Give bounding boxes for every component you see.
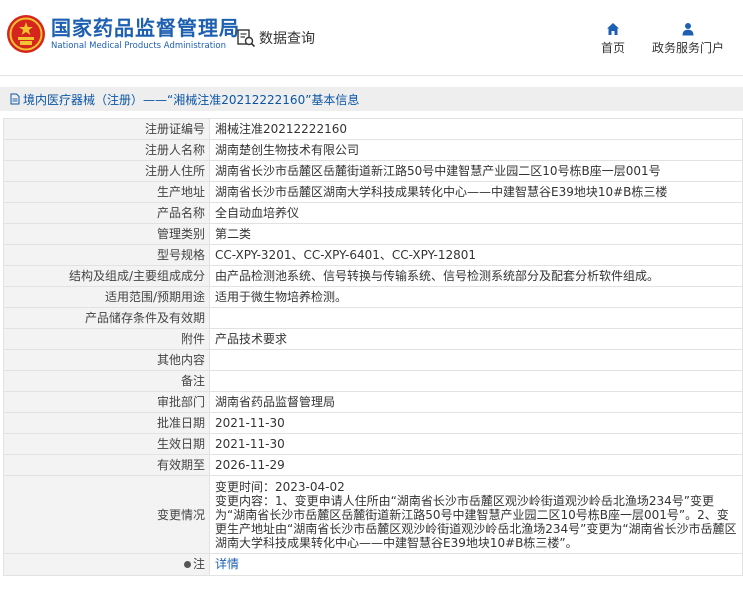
data-query-icon (237, 29, 256, 48)
table-row: 结构及组成/主要组成成分 由产品检测池系统、信号转换与传输系统、信号检测系统部分… (3, 265, 743, 287)
field-value: 湖南省长沙市岳麓区岳麓街道新江路50号中建智慧产业园二区10号栋B座一层001号 (209, 160, 743, 182)
field-label: 注册人住所 (3, 160, 210, 182)
field-label: 管理类别 (3, 223, 210, 245)
field-label: 批准日期 (3, 412, 210, 434)
note-row: 注 详情 (3, 553, 743, 576)
note-label: 注 (192, 557, 205, 571)
field-value: 湘械注准20212222160 (209, 118, 743, 140)
field-label: 结构及组成/主要组成成分 (3, 265, 210, 287)
registration-info-table: 注册证编号 湘械注准20212222160 注册人名称 湖南楚创生物技术有限公司… (3, 118, 743, 576)
table-row: 备注 (3, 370, 743, 392)
national-emblem-icon (7, 15, 45, 53)
data-query-link[interactable]: 数据查询 (236, 28, 315, 48)
table-row: 有效期至 2026-11-29 (3, 454, 743, 476)
field-label: 备注 (3, 370, 210, 392)
field-label: 型号规格 (3, 244, 210, 266)
breadcrumb-text: 境内医疗器械（注册）——“湘械注准20212222160”基本信息 (23, 92, 360, 107)
breadcrumb: 境内医疗器械（注册）——“湘械注准20212222160”基本信息 (0, 87, 743, 111)
document-icon (10, 93, 20, 105)
change-label: 变更情况 (3, 475, 210, 554)
table-row: 型号规格 CC-XPY-3201、CC-XPY-6401、CC-XPY-1280… (3, 244, 743, 266)
field-value: 全自动血培养仪 (209, 202, 743, 224)
table-row: 适用范围/预期用途 适用于微生物培养检测。 (3, 286, 743, 308)
field-value: 适用于微生物培养检测。 (209, 286, 743, 308)
field-label: 产品名称 (3, 202, 210, 224)
change-content: 变更时间：2023-04-02 变更内容：1、变更申请人住所由“湖南省长沙市岳麓… (209, 475, 743, 554)
change-time: 变更时间：2023-04-02 (215, 480, 345, 494)
table-row: 注册人名称 湖南楚创生物技术有限公司 (3, 139, 743, 161)
field-label: 生产地址 (3, 181, 210, 203)
data-query-label: 数据查询 (259, 31, 315, 47)
field-value: 产品技术要求 (209, 328, 743, 350)
table-row: 附件 产品技术要求 (3, 328, 743, 350)
site-header: 国家药品监督管理局 National Medical Products Admi… (0, 0, 743, 76)
nav-gov-portal[interactable]: 政务服务门户 (650, 22, 726, 56)
field-value: 2021-11-30 (209, 433, 743, 455)
field-label: 适用范围/预期用途 (3, 286, 210, 308)
field-value: 2021-11-30 (209, 412, 743, 434)
bullet-icon (183, 560, 191, 568)
table-row: 注册人住所 湖南省长沙市岳麓区岳麓街道新江路50号中建智慧产业园二区10号栋B座… (3, 160, 743, 182)
logo-subtitle: National Medical Products Administration (51, 41, 226, 51)
table-row: 注册证编号 湘械注准20212222160 (3, 118, 743, 140)
field-label: 其他内容 (3, 349, 210, 371)
field-value: CC-XPY-3201、CC-XPY-6401、CC-XPY-12801 (209, 244, 743, 266)
table-row: 审批部门 湖南省药品监督管理局 (3, 391, 743, 413)
change-detail: 变更内容：1、变更申请人住所由“湖南省长沙市岳麓区观沙岭街道观沙岭岳北渔场234… (215, 494, 737, 550)
field-value: 2026-11-29 (209, 454, 743, 476)
table-row: 管理类别 第二类 (3, 223, 743, 245)
change-row: 变更情况 变更时间：2023-04-02 变更内容：1、变更申请人住所由“湖南省… (3, 475, 743, 554)
field-label: 有效期至 (3, 454, 210, 476)
field-label: 审批部门 (3, 391, 210, 413)
table-row: 批准日期 2021-11-30 (3, 412, 743, 434)
user-icon (682, 23, 694, 36)
table-row: 其他内容 (3, 349, 743, 371)
field-value: 湖南省长沙市岳麓区湖南大学科技成果转化中心——中建智慧谷E39地块10#B栋三楼 (209, 181, 743, 203)
note-label-cell: 注 (3, 553, 210, 576)
logo-title: 国家药品监督管理局 (51, 16, 240, 40)
field-value: 湖南省药品监督管理局 (209, 391, 743, 413)
field-label: 注册人名称 (3, 139, 210, 161)
field-value (209, 370, 743, 392)
field-label: 生效日期 (3, 433, 210, 455)
nav-home[interactable]: 首页 (598, 22, 628, 56)
home-icon (607, 23, 619, 35)
table-row: 产品名称 全自动血培养仪 (3, 202, 743, 224)
field-label: 附件 (3, 328, 210, 350)
table-row: 生效日期 2021-11-30 (3, 433, 743, 455)
table-row: 生产地址 湖南省长沙市岳麓区湖南大学科技成果转化中心——中建智慧谷E39地块10… (3, 181, 743, 203)
field-value (209, 349, 743, 371)
field-label: 注册证编号 (3, 118, 210, 140)
site-logo[interactable]: 国家药品监督管理局 National Medical Products Admi… (6, 14, 240, 54)
details-link[interactable]: 详情 (215, 557, 239, 571)
field-value: 第二类 (209, 223, 743, 245)
field-value: 湖南楚创生物技术有限公司 (209, 139, 743, 161)
table-row: 产品储存条件及有效期 (3, 307, 743, 329)
nav-home-label: 首页 (600, 41, 625, 55)
field-label: 产品储存条件及有效期 (3, 307, 210, 329)
field-value: 由产品检测池系统、信号转换与传输系统、信号检测系统部分及配套分析软件组成。 (209, 265, 743, 287)
note-value: 详情 (209, 553, 743, 576)
field-value (209, 307, 743, 329)
nav-gov-label: 政务服务门户 (651, 41, 724, 55)
